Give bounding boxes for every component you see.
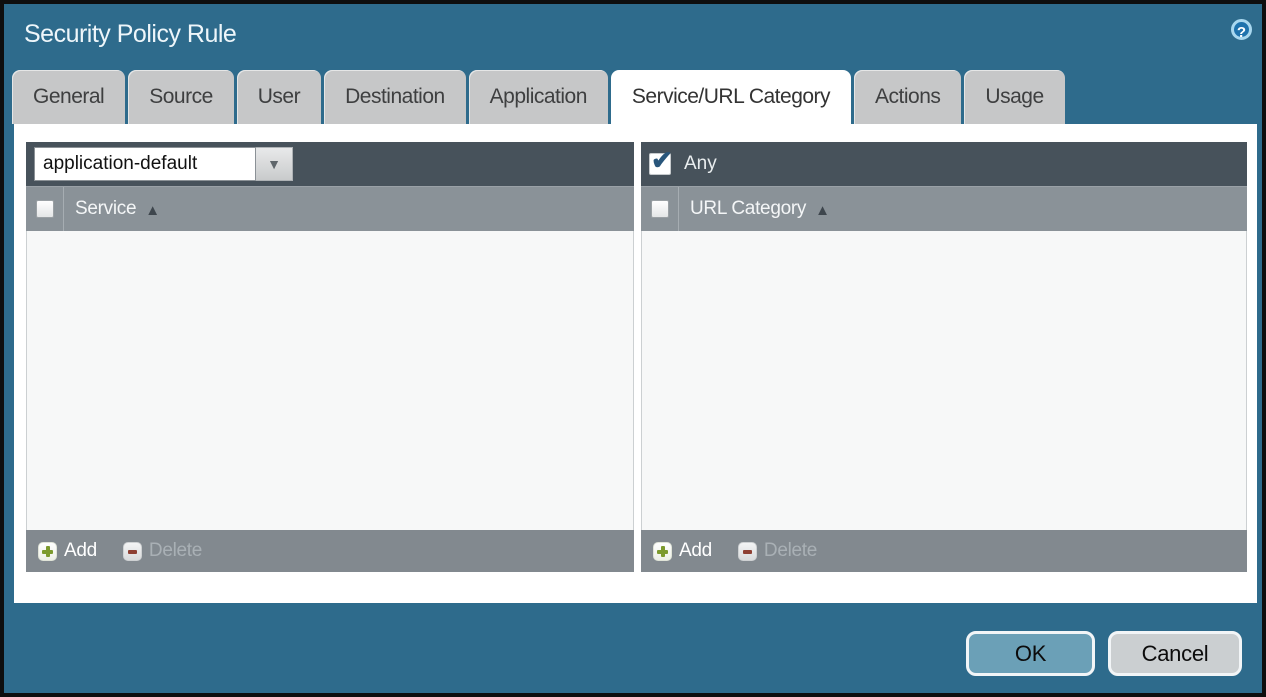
service-type-dropdown-button[interactable]: ▼ [256, 147, 293, 181]
service-type-input[interactable] [34, 147, 256, 181]
tab-user[interactable]: User [237, 70, 321, 124]
any-checkbox[interactable]: ✔ [649, 153, 671, 175]
service-select-all-checkbox[interactable] [36, 200, 54, 218]
tab-source[interactable]: Source [128, 70, 234, 124]
url-category-column-label: URL Category [690, 198, 806, 220]
service-column-header[interactable]: Service ▲ [26, 186, 634, 231]
plus-icon [38, 542, 57, 561]
url-category-column-header[interactable]: URL Category ▲ [641, 186, 1247, 231]
add-button-label: Add [64, 540, 97, 562]
service-column-label: Service [75, 198, 136, 220]
ok-button[interactable]: OK [966, 631, 1095, 676]
minus-icon [738, 542, 757, 561]
cancel-button[interactable]: Cancel [1108, 631, 1242, 676]
help-icon[interactable]: ? [1231, 19, 1252, 40]
checkmark-icon: ✔ [651, 147, 673, 173]
add-button-label: Add [679, 540, 712, 562]
tab-actions[interactable]: Actions [854, 70, 961, 124]
service-panel-topbar: ▼ [26, 142, 634, 186]
tab-application[interactable]: Application [469, 70, 608, 124]
service-list-body[interactable] [26, 231, 634, 530]
service-column-label-wrap: Service ▲ [64, 187, 160, 231]
sort-ascending-icon: ▲ [815, 201, 830, 218]
dialog-title: Security Policy Rule [24, 20, 236, 49]
url-category-list-body[interactable] [641, 231, 1247, 530]
tab-content-area: ▼ Service ▲ Add [14, 124, 1257, 603]
url-category-panel-footer: Add Delete [641, 530, 1247, 572]
tab-general[interactable]: General [12, 70, 125, 124]
service-select-all-cell [26, 187, 64, 231]
service-type-combobox: ▼ [34, 147, 293, 181]
url-category-select-all-checkbox[interactable] [651, 200, 669, 218]
url-category-delete-button[interactable]: Delete [738, 540, 817, 562]
service-panel: ▼ Service ▲ Add [26, 142, 634, 572]
url-category-select-all-cell [641, 187, 679, 231]
any-label: Any [684, 153, 717, 175]
url-category-panel-topbar: ✔ Any [641, 142, 1247, 186]
service-add-button[interactable]: Add [38, 540, 97, 562]
url-category-add-button[interactable]: Add [653, 540, 712, 562]
tab-destination[interactable]: Destination [324, 70, 466, 124]
tab-bar: General Source User Destination Applicat… [12, 70, 1262, 124]
tab-service-url-category[interactable]: Service/URL Category [611, 70, 851, 124]
service-panel-footer: Add Delete [26, 530, 634, 572]
tab-usage[interactable]: Usage [964, 70, 1064, 124]
delete-button-label: Delete [764, 540, 817, 562]
service-delete-button[interactable]: Delete [123, 540, 202, 562]
plus-icon [653, 542, 672, 561]
minus-icon [123, 542, 142, 561]
delete-button-label: Delete [149, 540, 202, 562]
security-policy-rule-dialog: Security Policy Rule ? General Source Us… [0, 0, 1266, 697]
sort-ascending-icon: ▲ [145, 201, 160, 218]
url-category-panel: ✔ Any URL Category ▲ Add [641, 142, 1247, 572]
url-category-column-label-wrap: URL Category ▲ [679, 187, 830, 231]
chevron-down-icon: ▼ [267, 157, 281, 171]
